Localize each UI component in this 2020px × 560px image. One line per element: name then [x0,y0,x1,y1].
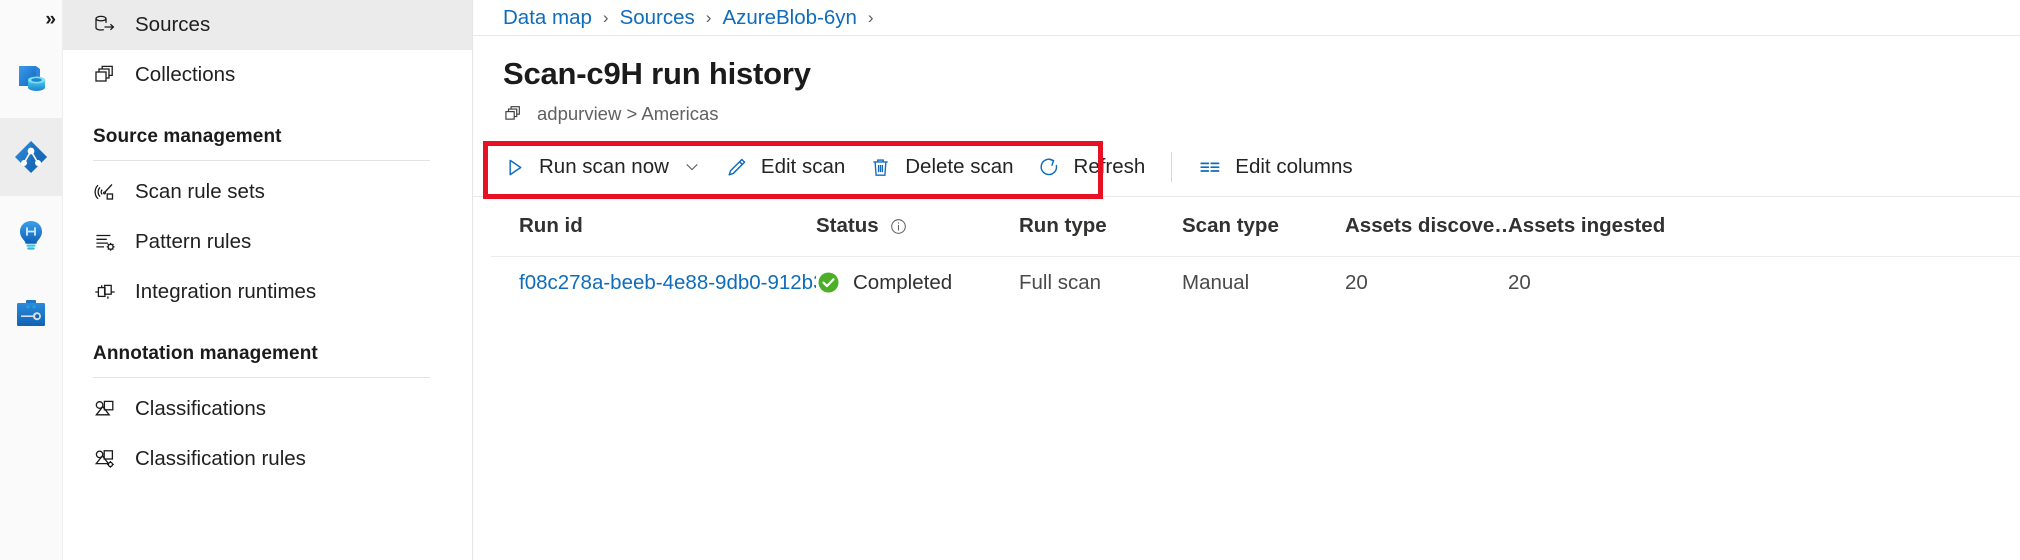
sidebar-item-collections[interactable]: Collections [63,50,472,100]
table-header-row: Run id Status Run type [491,197,2020,257]
cell-status: Completed [816,270,1019,295]
edit-scan-button[interactable]: Edit scan [713,145,857,189]
sidebar-item-label: Classification rules [135,449,306,470]
main-content: Data map › Sources › AzureBlob-6yn › Sca… [473,0,2020,560]
rail-collapse-button[interactable]: » [0,0,62,40]
table-row[interactable]: f08c278a-beeb-4e88-9db0-912b3b7 Complete… [491,257,2020,309]
left-icon-rail: » [0,0,63,560]
sidebar-item-classifications[interactable]: Classifications [63,384,472,434]
cell-scan-type: Manual [1182,271,1345,295]
scan-rule-sets-icon [93,180,127,204]
sources-icon [93,13,127,37]
cell-assets-discovered: 20 [1345,271,1508,295]
breadcrumb-item-azureblob[interactable]: AzureBlob-6yn [722,6,856,30]
sidebar-item-label: Pattern rules [135,232,251,253]
page-header: Scan-c9H run history adpurview > America… [473,36,2020,125]
rail-item-management[interactable] [0,274,62,352]
sidebar-item-scan-rule-sets[interactable]: Scan rule sets [63,167,472,217]
data-map-icon [11,137,51,177]
integration-runtimes-icon [93,280,127,304]
purview-scan-run-history-page: » [0,0,2020,560]
trash-icon [869,156,892,179]
refresh-label: Refresh [1074,155,1146,179]
column-header-assets-discovered[interactable]: Assets discove… [1345,214,1508,238]
breadcrumb-item-data-map[interactable]: Data map [503,6,592,30]
left-nav-pane: Sources Collections Source management [63,0,473,560]
rail-item-insights[interactable] [0,196,62,274]
column-header-status[interactable]: Status [816,214,1019,238]
nav-section-source-management: Source management [63,100,472,160]
run-history-table: Run id Status Run type [473,197,2020,309]
column-header-run-id[interactable]: Run id [519,214,816,238]
cell-assets-ingested: 20 [1508,271,1708,295]
nav-divider [93,160,430,161]
column-header-run-type[interactable]: Run type [1019,214,1182,238]
page-title: Scan-c9H run history [503,58,2020,91]
delete-scan-label: Delete scan [905,155,1013,179]
pencil-icon [725,156,748,179]
cell-run-type: Full scan [1019,271,1182,295]
sidebar-item-label: Collections [135,65,235,86]
edit-columns-button[interactable]: Edit columns [1186,145,1364,189]
breadcrumb-separator-trailing: › [868,8,874,28]
rail-item-data-catalog[interactable] [0,40,62,118]
sidebar-item-sources[interactable]: Sources [63,0,472,50]
management-icon [11,293,51,333]
breadcrumb: Data map › Sources › AzureBlob-6yn › [473,0,2020,36]
insights-icon [11,215,51,255]
sidebar-item-integration-runtimes[interactable]: Integration runtimes [63,267,472,317]
run-scan-now-button[interactable]: Run scan now [491,145,713,189]
cell-run-id[interactable]: f08c278a-beeb-4e88-9db0-912b3b7 [519,271,816,295]
page-subtitle-text: adpurview > Americas [537,103,719,125]
info-icon[interactable] [889,217,908,236]
column-header-assets-ingested[interactable]: Assets ingested [1508,214,1708,238]
edit-columns-label: Edit columns [1235,155,1352,179]
edit-scan-label: Edit scan [761,155,845,179]
classifications-icon [93,397,127,421]
edit-columns-icon [1198,155,1222,179]
page-subtitle: adpurview > Americas [503,103,2020,125]
nav-divider [93,377,430,378]
sidebar-item-label: Integration runtimes [135,282,316,303]
command-bar: Run scan now Edit scan [473,139,2020,197]
success-check-icon [816,270,841,295]
toolbar-divider [1171,152,1172,182]
chevron-down-icon[interactable] [683,158,701,176]
pattern-rules-icon [93,230,127,254]
breadcrumb-item-sources[interactable]: Sources [620,6,695,30]
delete-scan-button[interactable]: Delete scan [857,145,1025,189]
rail-item-data-map[interactable] [0,118,62,196]
play-icon [503,156,526,179]
refresh-button[interactable]: Refresh [1026,145,1158,189]
refresh-icon [1038,156,1061,179]
breadcrumb-separator: › [603,8,609,28]
run-scan-now-label: Run scan now [539,155,669,179]
command-bar-wrapper: Run scan now Edit scan [473,139,2020,197]
column-header-scan-type[interactable]: Scan type [1182,214,1345,238]
classification-rules-icon [93,447,127,471]
collection-icon [503,103,525,125]
sidebar-item-label: Sources [135,15,210,36]
nav-section-annotation-management: Annotation management [63,317,472,377]
sidebar-item-classification-rules[interactable]: Classification rules [63,434,472,484]
collections-icon [93,63,127,87]
breadcrumb-separator: › [706,8,712,28]
sidebar-item-label: Scan rule sets [135,182,265,203]
status-badge-label: Completed [853,271,952,295]
sidebar-item-label: Classifications [135,399,266,420]
sidebar-item-pattern-rules[interactable]: Pattern rules [63,217,472,267]
data-catalog-icon [11,59,51,99]
